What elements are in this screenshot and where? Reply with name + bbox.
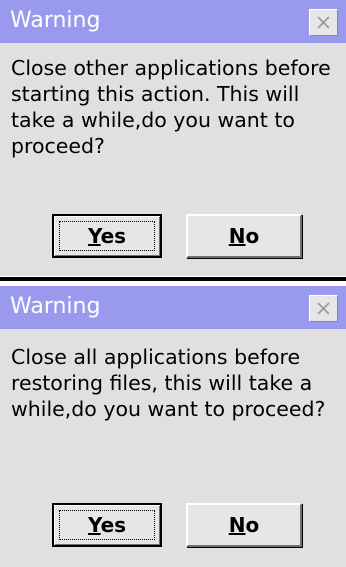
yes-button-label: Yes: [88, 513, 126, 537]
no-button[interactable]: No: [186, 214, 302, 258]
yes-button-label: Yes: [88, 224, 126, 248]
no-button-label: No: [229, 513, 260, 537]
screenshot: Warning Close other applications before …: [0, 0, 346, 567]
yes-button[interactable]: Yes: [52, 214, 162, 258]
close-button[interactable]: [309, 295, 338, 322]
divider: [0, 276, 346, 286]
dialog-title: Warning: [10, 8, 101, 33]
close-icon: [317, 302, 330, 315]
dialog-title: Warning: [10, 294, 101, 319]
dialog-message: Close all applications before restoring …: [11, 345, 326, 421]
warning-dialog: Warning Close other applications before …: [0, 0, 346, 276]
mnemonic-letter: N: [228, 224, 246, 248]
mnemonic-letter: Y: [87, 513, 101, 537]
close-button[interactable]: [309, 9, 338, 36]
dialog-message: Close other applications before starting…: [11, 56, 331, 158]
no-button[interactable]: No: [186, 503, 302, 547]
close-icon: [317, 16, 330, 29]
label-rest: o: [245, 513, 260, 537]
yes-button[interactable]: Yes: [52, 503, 162, 547]
label-rest: es: [100, 224, 127, 248]
title-bar: Warning: [0, 286, 346, 329]
mnemonic-letter: Y: [87, 224, 101, 248]
mnemonic-letter: N: [228, 513, 246, 537]
no-button-label: No: [229, 224, 260, 248]
divider-rule: [0, 277, 346, 281]
label-rest: es: [100, 513, 127, 537]
label-rest: o: [245, 224, 260, 248]
title-bar: Warning: [0, 0, 346, 43]
warning-dialog: Warning Close all applications before re…: [0, 286, 346, 567]
